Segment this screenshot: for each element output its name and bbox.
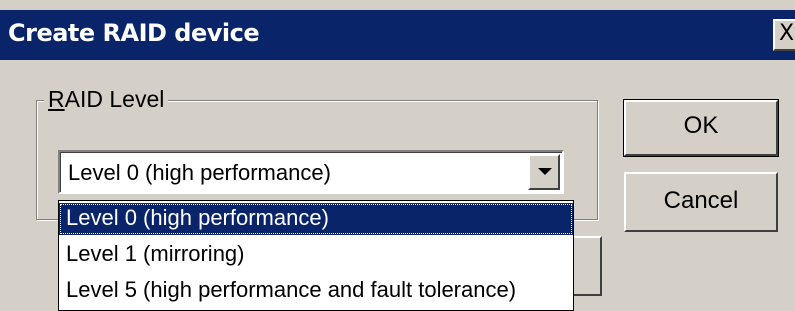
dropdown-option-level-5[interactable]: Level 5 (high performance and fault tole…	[59, 275, 573, 307]
raid-level-label: RAID Level	[44, 86, 169, 113]
raid-level-combobox[interactable]: Level 0 (high performance)	[58, 150, 564, 194]
raid-level-dropdown-list: Level 0 (high performance) Level 1 (mirr…	[58, 200, 574, 311]
close-button[interactable]: X	[773, 19, 795, 51]
title-bar[interactable]: Create RAID device X	[0, 10, 795, 60]
window-title: Create RAID device	[8, 19, 260, 47]
raid-level-label-text: AID Level	[64, 86, 165, 112]
dropdown-arrow-icon[interactable]	[528, 154, 560, 190]
create-raid-dialog: Create RAID device X RAID Level Level 0 …	[0, 0, 795, 311]
cancel-button[interactable]: Cancel	[624, 172, 778, 232]
dropdown-option-level-0[interactable]: Level 0 (high performance)	[59, 203, 573, 235]
ok-button[interactable]: OK	[623, 99, 779, 157]
dropdown-option-level-1[interactable]: Level 1 (mirroring)	[59, 239, 573, 271]
close-icon: X	[779, 21, 795, 46]
raid-level-accelerator: R	[48, 86, 65, 112]
raid-level-selected-value: Level 0 (high performance)	[68, 160, 331, 185]
